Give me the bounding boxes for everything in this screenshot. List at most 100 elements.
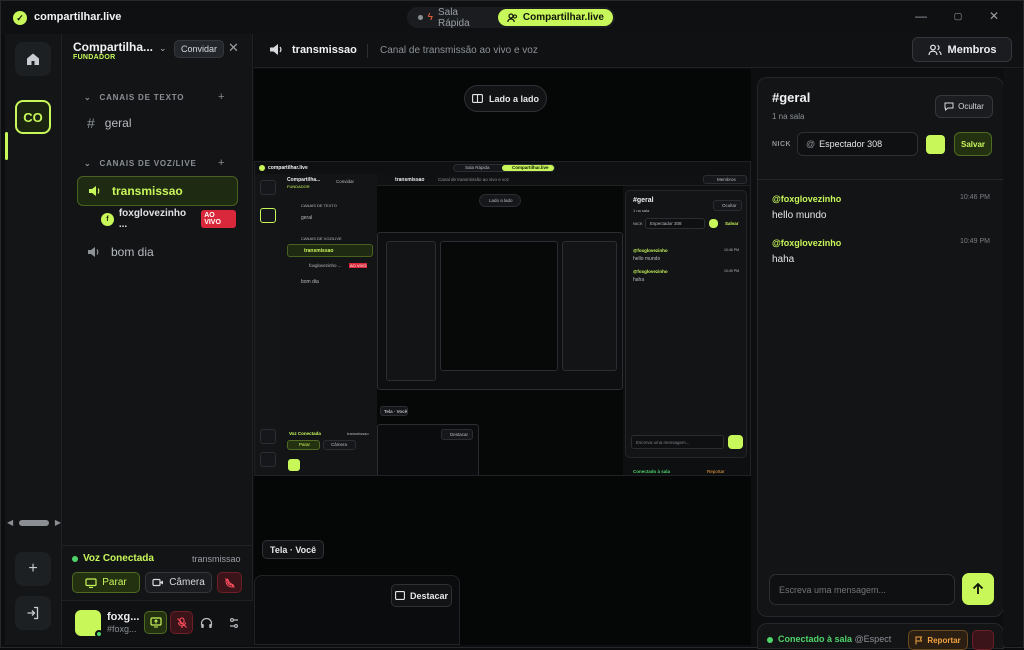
mini-channel: bom dia — [301, 279, 319, 285]
members-button[interactable]: Membros — [912, 37, 1012, 62]
tab-label: Sala Rápida — [437, 6, 470, 29]
add-voice-channel-icon[interactable]: + — [218, 157, 224, 169]
add-text-channel-icon[interactable]: + — [218, 91, 224, 103]
chat-icon — [944, 102, 954, 111]
speaker-icon — [89, 186, 100, 196]
users-icon — [507, 12, 517, 22]
mini-msg-time: 10:49 PM — [724, 269, 739, 273]
frame-icon — [395, 591, 405, 600]
nick-color-picker[interactable] — [926, 135, 945, 154]
self-preview-tile[interactable]: Destacar — [254, 575, 460, 645]
mini-msg-author: @foxglovezinho — [633, 269, 668, 274]
channel-geral[interactable]: # geral — [77, 110, 238, 136]
mini-stream-area: Lado a lado Tela · Você Destacar — [377, 186, 623, 475]
voice-user-name: foxglovezinho ... — [118, 208, 187, 230]
join-server-button[interactable] — [15, 596, 51, 630]
mini-live: AO VIVO — [349, 263, 368, 268]
mini-voice-user: foxglovezinho ... — [309, 263, 342, 268]
camera-button[interactable]: Câmera — [145, 572, 212, 593]
at-icon: @ — [806, 139, 816, 149]
mini-msg-text: haha — [633, 277, 645, 283]
save-nick-button[interactable]: Salvar — [954, 132, 992, 156]
side-by-side-button[interactable]: Lado a lado — [464, 85, 547, 112]
camera-icon — [152, 578, 164, 587]
avatar: f — [101, 212, 114, 226]
mini-server-name: Compartilha... — [287, 177, 321, 183]
stop-share-button[interactable]: Parar — [72, 572, 140, 593]
mute-button[interactable] — [170, 611, 193, 634]
hash-icon: # — [87, 115, 95, 131]
settings-button[interactable] — [222, 611, 245, 634]
scrollbar-thumb[interactable] — [19, 520, 49, 526]
horizontal-scrollbar[interactable]: ◀ ▶ — [7, 518, 61, 528]
headphones-icon — [200, 617, 213, 628]
mini-voice-status: Voz Conectada — [289, 431, 321, 436]
section-label: CANAIS DE TEXTO — [99, 93, 185, 102]
room-count: 1 na sala — [772, 112, 805, 121]
channel-transmissao[interactable]: transmissao — [77, 176, 238, 206]
mini-send-button — [728, 435, 743, 449]
server-name[interactable]: Compartilha... — [73, 40, 153, 54]
mini-nick-value: Espectador 308 — [650, 221, 682, 226]
home-button[interactable] — [15, 42, 51, 76]
mini-hide: Ocultar — [722, 203, 737, 208]
mini-header-desc: Canal de transmissão ao vivo e voz — [438, 177, 510, 182]
right-gutter — [1003, 69, 1023, 645]
message-author[interactable]: @foxglovezinho — [772, 238, 990, 248]
app-window: ✓ compartilhar.live ϟ Sala Rápida Compar… — [0, 0, 1024, 650]
live-badge: AO VIVO — [201, 210, 236, 228]
channel-title: transmissao — [292, 44, 357, 56]
chevron-down-icon[interactable]: ⌄ — [159, 43, 167, 54]
close-button[interactable]: ✕ — [987, 9, 1001, 23]
highlight-button[interactable]: Destacar — [391, 584, 452, 607]
message-input[interactable] — [769, 574, 955, 605]
button-label: Parar — [102, 577, 127, 588]
connection-status-text: Conectado à sala — [778, 634, 853, 644]
arrow-up-icon — [972, 582, 984, 594]
mini-conn: Conectado à sala — [633, 469, 671, 474]
avatar[interactable] — [75, 610, 103, 638]
hide-chat-button[interactable]: Ocultar — [935, 95, 993, 118]
divider — [758, 179, 1003, 180]
report-button[interactable]: Reportar — [908, 630, 968, 650]
app-title: compartilhar.live — [34, 11, 122, 23]
connection-status: Conectado à sala @Espect — [778, 634, 891, 644]
mini-nick-label: NICK — [633, 221, 643, 226]
mini-color-swatch — [709, 219, 718, 228]
channel-bom-dia[interactable]: bom dia — [77, 239, 238, 265]
leave-room-button[interactable] — [972, 630, 994, 650]
screen-share-button[interactable] — [144, 611, 167, 634]
voice-user-item[interactable]: f foxglovezinho ... AO VIVO — [101, 208, 236, 230]
shared-screen-video[interactable]: compartilhar.live Sala Rápida Compartilh… — [254, 161, 751, 476]
scroll-right-icon[interactable]: ▶ — [55, 518, 61, 527]
deafen-button[interactable] — [195, 611, 218, 634]
button-label: Lado a lado — [488, 93, 539, 104]
online-status-icon — [95, 630, 103, 638]
scroll-left-icon[interactable]: ◀ — [7, 518, 13, 527]
mini-channel: transmissao — [304, 248, 334, 254]
user-panel: foxg... #foxg... — [62, 600, 253, 645]
nick-input[interactable]: @ Espectador 308 — [797, 132, 918, 156]
tab-sala-rapida[interactable]: ϟ Sala Rápida — [409, 6, 498, 29]
section-text-channels[interactable]: ⌄ CANAIS DE TEXTO — [84, 93, 184, 102]
mini-channel: geral — [301, 215, 313, 221]
tab-compartilhar-live[interactable]: Compartilhar.live — [497, 9, 613, 26]
invite-button[interactable]: Convidar — [174, 40, 225, 58]
chat-message: @foxglovezinho 10:49 PM haha — [772, 238, 990, 265]
tab-label: Compartilhar.live — [522, 12, 604, 23]
server-button-co[interactable]: CO — [15, 100, 51, 134]
add-server-button[interactable]: + — [15, 552, 51, 586]
close-icon[interactable]: ✕ — [228, 40, 239, 56]
section-voice-channels[interactable]: ⌄ CANAIS DE VOZ/LIVE — [84, 159, 197, 168]
mini-msg-time: 10:46 PM — [724, 248, 739, 252]
minimize-button[interactable]: — — [914, 9, 928, 23]
screen-share-icon — [149, 617, 162, 628]
disconnect-button[interactable] — [217, 572, 242, 593]
send-button[interactable] — [962, 573, 994, 605]
speaker-icon — [270, 44, 282, 55]
message-author[interactable]: @foxglovezinho — [772, 194, 990, 204]
maximize-button[interactable]: ▢ — [951, 11, 965, 22]
server-rail: CO ◀ ▶ + — [5, 34, 62, 645]
screen-owner-label: Tela · Você — [262, 540, 325, 559]
mini-nested-stream — [440, 241, 558, 371]
